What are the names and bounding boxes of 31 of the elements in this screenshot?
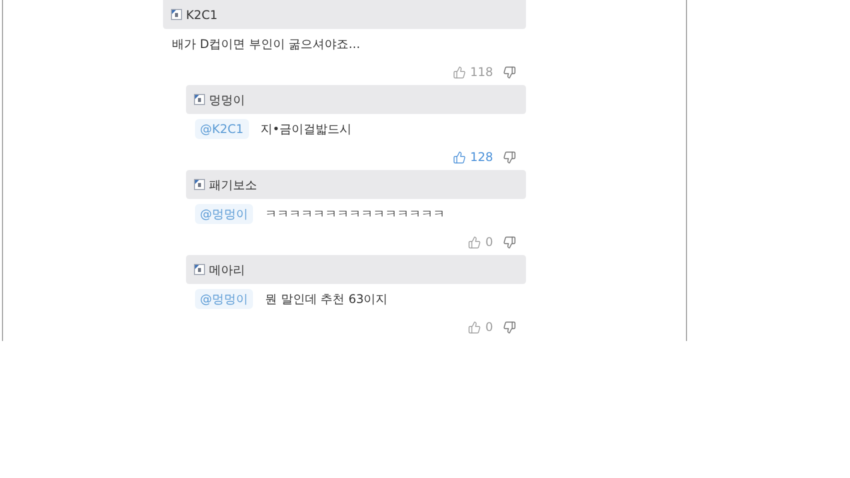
mention-tag[interactable]: @멍멍이 (195, 204, 253, 224)
comment-text: 지•금이걸밟드시 (260, 121, 352, 138)
level-icon (171, 9, 182, 20)
thumbs-up-icon (468, 320, 482, 334)
author-name[interactable]: 메아리 (209, 260, 245, 278)
comment-text: 배가 D컵이면 부인이 굶으셔야죠... (172, 36, 360, 53)
author-name[interactable]: K2C1 (186, 6, 218, 24)
comment-text: 뭔 말인데 추천 63이지 (265, 291, 388, 308)
thumbs-down-icon (503, 320, 516, 334)
thumbs-up-icon (453, 66, 466, 78)
level-icon (194, 94, 205, 105)
mention-tag[interactable]: @멍멍이 (195, 289, 253, 309)
thumbs-down-icon (503, 150, 516, 164)
dislike-button[interactable] (503, 236, 516, 248)
thumbs-up-icon (468, 236, 482, 248)
thumbs-down-icon (503, 236, 516, 248)
dislike-button[interactable] (503, 66, 516, 78)
like-button[interactable]: 0 (468, 318, 493, 336)
dislike-button[interactable] (503, 150, 516, 164)
level-icon (194, 179, 205, 190)
dislike-button[interactable] (503, 320, 516, 334)
mention-tag[interactable]: @K2C1 (195, 119, 249, 139)
comment-text: ㅋㅋㅋㅋㅋㅋㅋㅋㅋㅋㅋㅋㅋㅋㅋ (265, 206, 445, 223)
thumbs-up-icon (453, 150, 466, 164)
author-name[interactable]: 패기보소 (209, 176, 257, 194)
like-button[interactable]: 118 (453, 63, 493, 81)
like-button[interactable]: 0 (468, 233, 493, 251)
like-button[interactable]: 128 (453, 148, 493, 166)
author-name[interactable]: 멍멍이 (209, 90, 245, 108)
thumbs-down-icon (503, 66, 516, 78)
level-icon (194, 264, 205, 275)
